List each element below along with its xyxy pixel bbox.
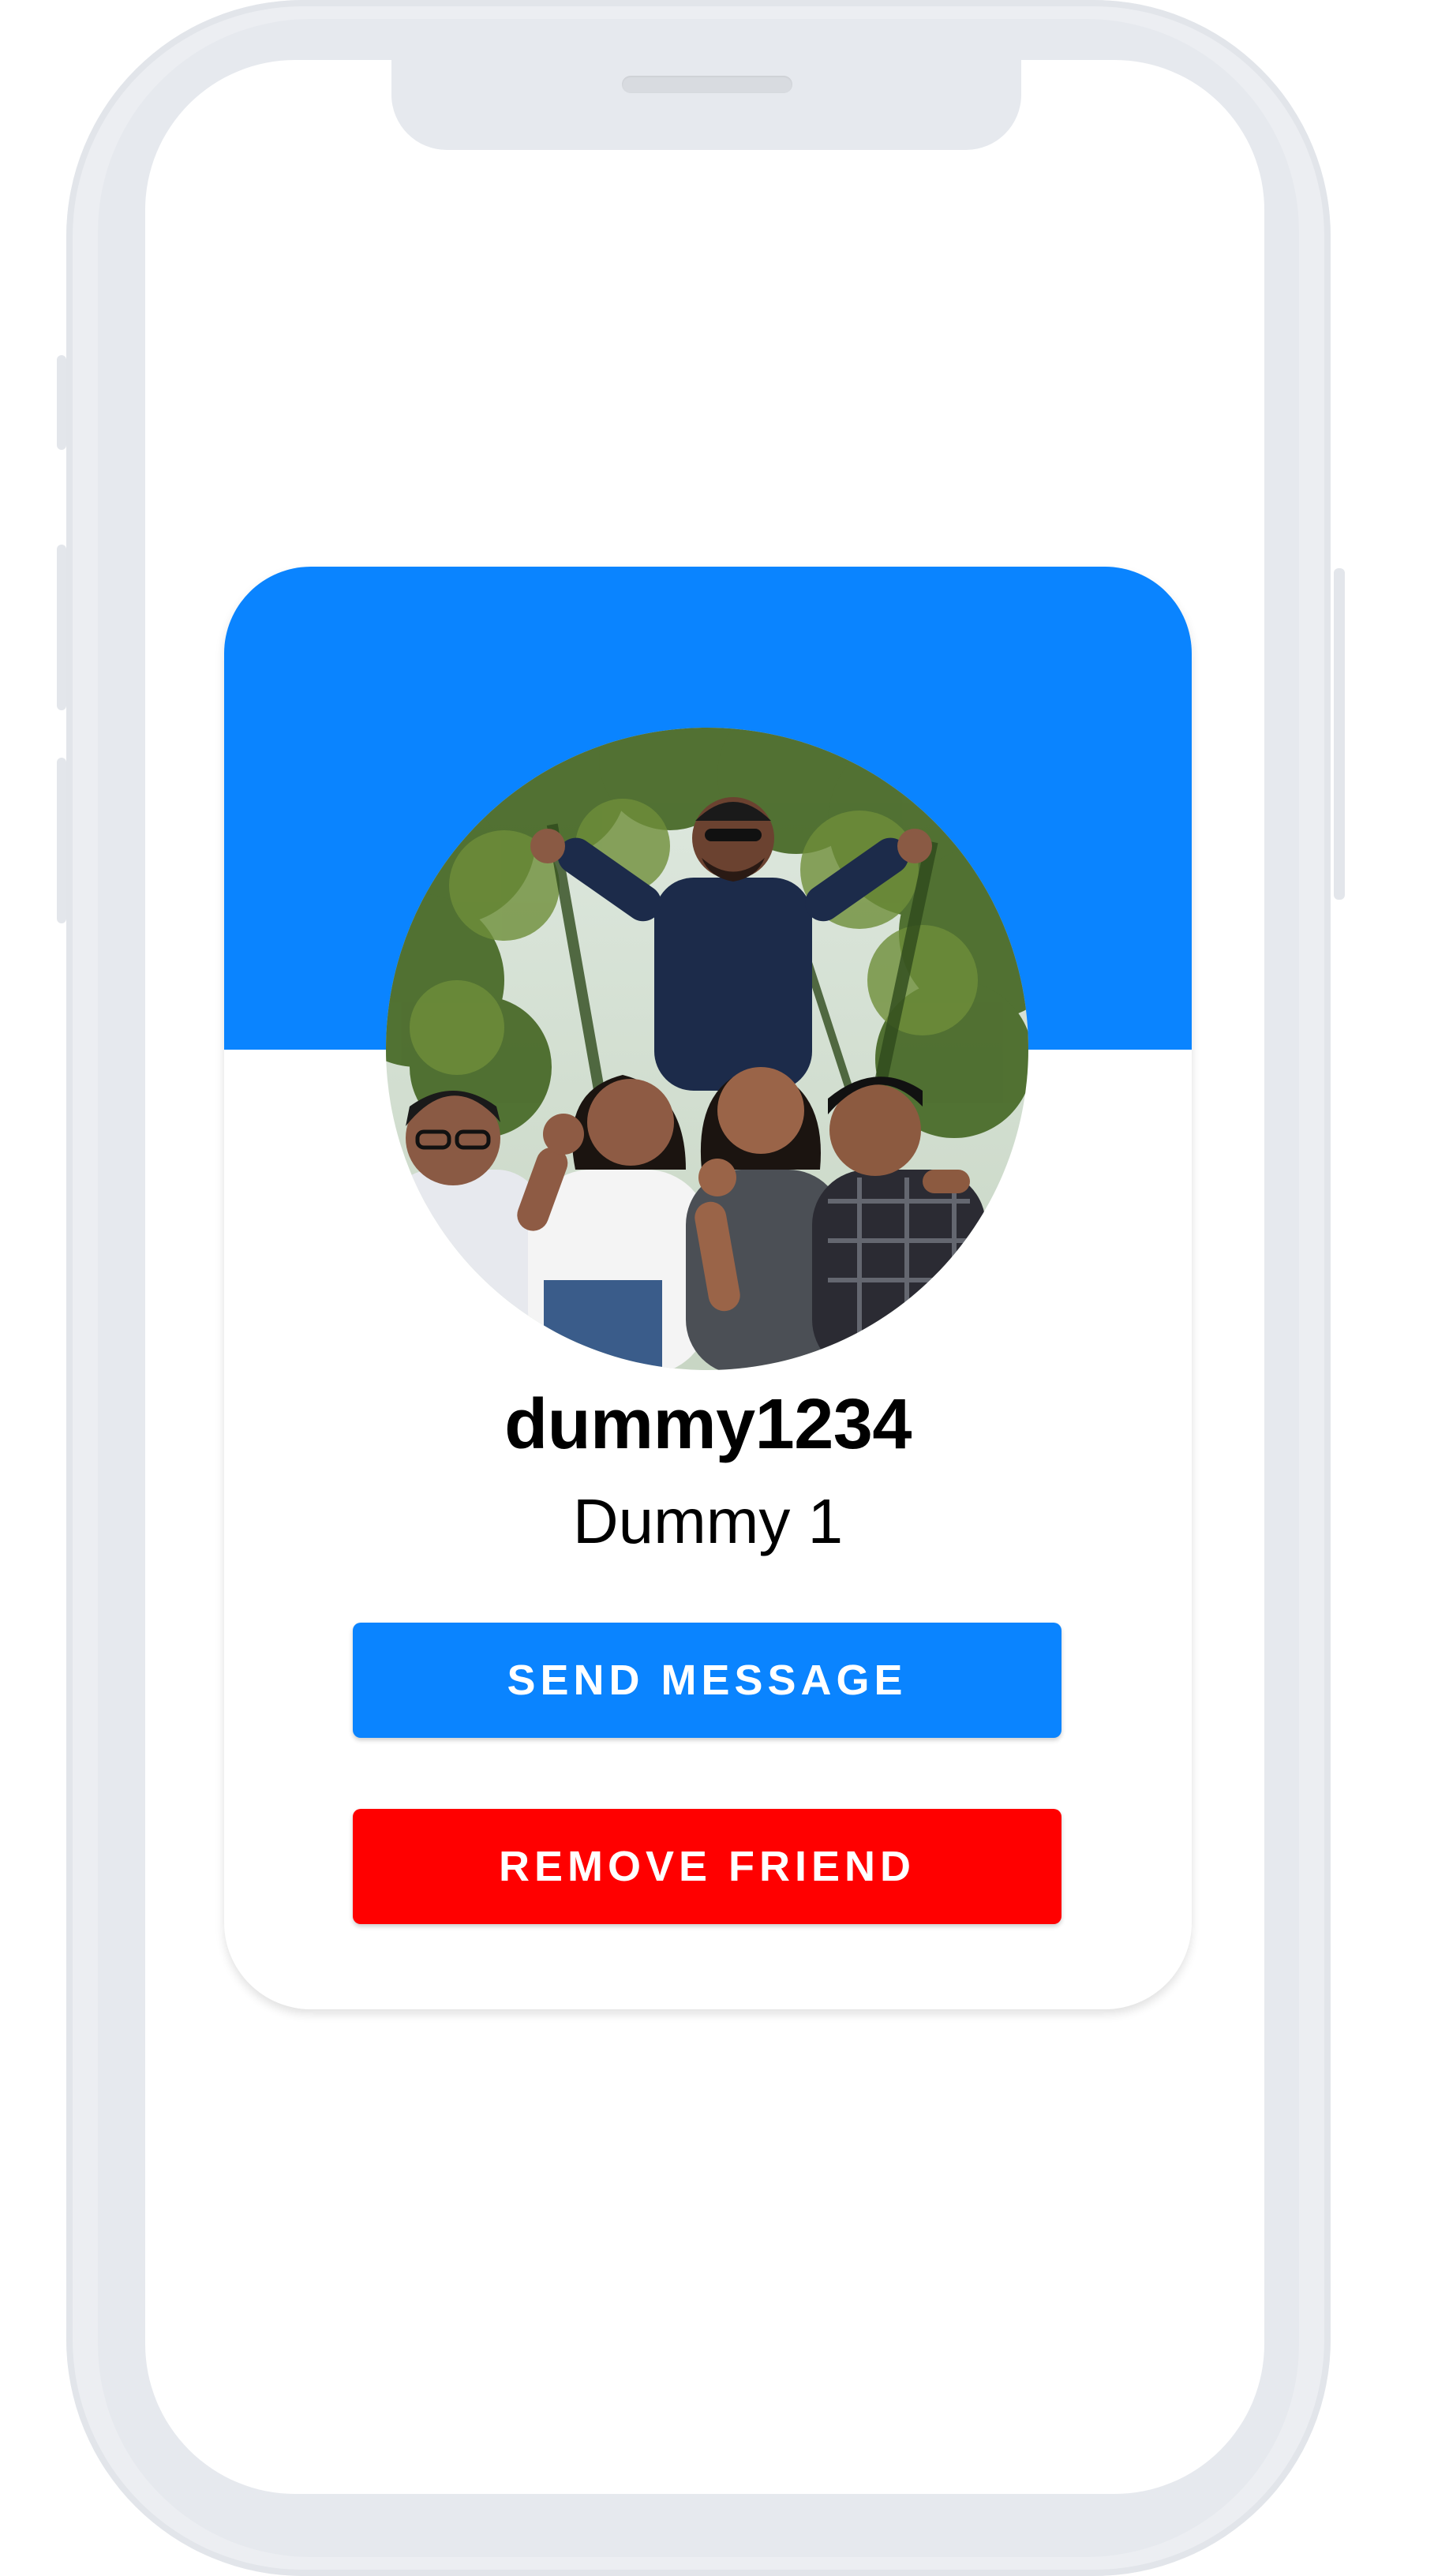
power-button <box>1334 568 1345 900</box>
silent-switch <box>57 355 66 450</box>
group-photo-avatar <box>386 728 1028 1370</box>
profile-username: dummy1234 <box>504 1385 912 1464</box>
profile-card: dummy1234 Dummy 1 SEND MESSAGE REMOVE FR… <box>224 567 1192 2009</box>
speaker-grille <box>622 76 792 93</box>
send-message-button[interactable]: SEND MESSAGE <box>353 1623 1061 1738</box>
notch <box>391 47 1021 150</box>
volume-up-button <box>57 545 66 710</box>
profile-display-name: Dummy 1 <box>572 1486 844 1556</box>
profile-avatar <box>386 728 1028 1370</box>
device-mockup: dummy1234 Dummy 1 SEND MESSAGE REMOVE FR… <box>0 0 1449 2576</box>
remove-friend-button[interactable]: REMOVE FRIEND <box>353 1809 1061 1924</box>
volume-down-button <box>57 758 66 923</box>
